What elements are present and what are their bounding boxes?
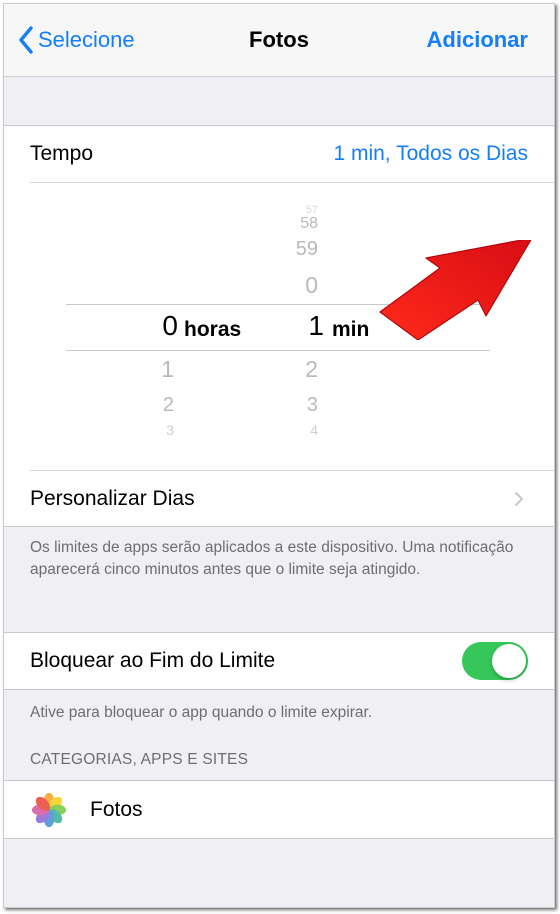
picker-minute-unit: min xyxy=(332,318,370,341)
list-item[interactable]: Fotos xyxy=(4,781,554,838)
settings-screen: Selecione Fotos Adicionar Tempo 1 min, T… xyxy=(3,3,555,908)
photos-app-icon xyxy=(31,792,67,828)
picker-minute-option[interactable]: 4 xyxy=(276,422,318,438)
toggle-knob xyxy=(492,644,526,678)
chevron-right-icon xyxy=(515,492,523,506)
annotation-arrow-icon xyxy=(379,240,532,340)
block-label: Bloquear ao Fim do Limite xyxy=(30,649,276,672)
tempo-row[interactable]: Tempo 1 min, Todos os Dias xyxy=(4,126,554,182)
picker-hour-option[interactable]: 3 xyxy=(132,422,174,438)
apps-group: Fotos xyxy=(4,780,554,839)
block-row: Bloquear ao Fim do Limite xyxy=(4,633,554,689)
row-divider xyxy=(30,182,554,183)
block-group: Bloquear ao Fim do Limite xyxy=(4,632,554,690)
picker-hour-option[interactable]: 2 xyxy=(132,394,174,417)
picker-minute-option[interactable]: 58 xyxy=(276,215,318,233)
categories-header: CATEGORIAS, APPS E SITES xyxy=(30,751,249,768)
navigation-bar: Selecione Fotos Adicionar xyxy=(4,4,554,77)
customize-days-row[interactable]: Personalizar Dias xyxy=(4,471,554,526)
picker-hour-unit: horas xyxy=(184,318,242,341)
tempo-value: 1 min, Todos os Dias xyxy=(333,142,528,165)
picker-hour-option[interactable]: 1 xyxy=(132,356,174,383)
app-name: Fotos xyxy=(90,797,143,821)
block-footnote: Ative para bloquear o app quando o limit… xyxy=(30,704,373,721)
picker-selection-bottom-line xyxy=(66,350,490,351)
picker-minute-option[interactable]: 2 xyxy=(276,356,318,383)
picker-hour-selected[interactable]: 0 xyxy=(136,310,178,342)
add-button[interactable]: Adicionar xyxy=(427,24,528,56)
picker-minute-option[interactable]: 3 xyxy=(276,394,318,417)
picker-minute-selected[interactable]: 1 xyxy=(282,310,324,342)
block-toggle[interactable] xyxy=(462,642,528,680)
tempo-label: Tempo xyxy=(30,142,94,165)
customize-days-label: Personalizar Dias xyxy=(30,486,195,510)
limits-footnote: Os limites de apps serão aplicados a est… xyxy=(30,539,514,578)
picker-minute-option[interactable]: 59 xyxy=(276,238,318,261)
picker-minute-option[interactable]: 0 xyxy=(276,272,318,299)
